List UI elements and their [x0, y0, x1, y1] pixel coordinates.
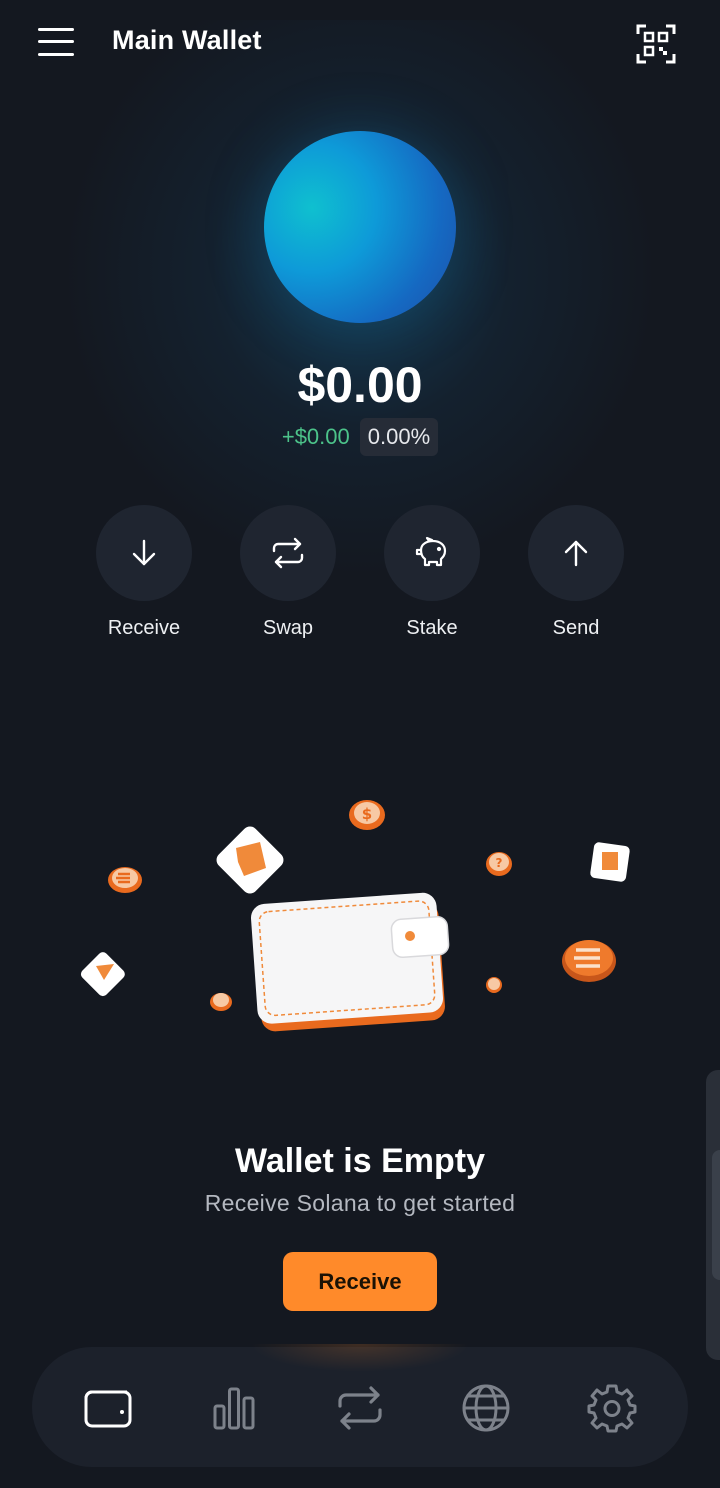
receive-action-circle[interactable] [96, 505, 192, 601]
nav-charts[interactable] [206, 1380, 262, 1436]
stake-action-circle[interactable] [384, 505, 480, 601]
receive-action-label: Receive [107, 617, 181, 639]
change-percent-badge: 0.00% [359, 418, 439, 456]
bottom-nav-glow [250, 1344, 470, 1372]
page-title: Main Wallet [112, 25, 262, 55]
nav-explore[interactable] [458, 1380, 514, 1436]
send-action-button[interactable]: Send [504, 505, 648, 640]
dollar-coin-icon: $ [349, 800, 385, 830]
empty-state-subtitle: Receive Solana to get started [204, 1190, 516, 1216]
swap-action-label: Swap [262, 617, 314, 639]
nav-settings[interactable] [584, 1380, 640, 1436]
send-action-circle[interactable] [528, 505, 624, 601]
top-bar: Main Wallet [0, 0, 720, 86]
small-coin-icon [210, 993, 232, 1011]
nft-card-icon [590, 842, 630, 882]
stake-action-button[interactable]: Stake [360, 505, 504, 640]
hamburger-menu-icon[interactable] [36, 24, 76, 60]
large-solana-coin-icon [562, 940, 616, 982]
svg-text:$: $ [362, 805, 372, 823]
empty-wallet-illustration: $ ? [80, 800, 630, 1032]
stake-action-label: Stake [406, 617, 458, 639]
side-panel-handle-grip[interactable] [712, 1150, 720, 1280]
nft-tile-icon [216, 826, 284, 894]
swap-action-circle[interactable] [240, 505, 336, 601]
wallet-icon [84, 1390, 132, 1428]
send-action-label: Send [552, 617, 600, 639]
qr-scan-icon[interactable] [636, 24, 676, 64]
change-usd: +$0.00 [281, 424, 350, 449]
receive-cta-button[interactable]: Receive [283, 1252, 437, 1311]
play-tile-icon [80, 952, 125, 997]
total-balance: $0.00 [297, 357, 423, 413]
piggy-bank-icon [415, 536, 447, 567]
receive-action-button[interactable]: Receive [72, 505, 216, 640]
arrow-up-icon [564, 540, 588, 567]
bar-chart-icon [213, 1387, 255, 1430]
arrow-down-icon [132, 539, 156, 566]
nav-swap[interactable] [332, 1380, 388, 1436]
nav-wallet[interactable] [80, 1380, 136, 1436]
globe-icon [462, 1384, 510, 1432]
swap-arrows-icon [272, 537, 304, 569]
empty-state-title: Wallet is Empty [234, 1142, 486, 1180]
swap-action-button[interactable]: Swap [216, 505, 360, 640]
tiny-coin-icon [486, 977, 502, 993]
swap-arrows-icon [338, 1386, 382, 1430]
svg-text:?: ? [496, 856, 503, 870]
quick-actions: Receive Swap Stake Send [72, 505, 648, 655]
wallet-illustration [250, 892, 450, 1032]
wallet-avatar[interactable] [264, 131, 456, 323]
balance-change: +$0.00 0.00% [0, 418, 720, 456]
gear-icon [587, 1384, 637, 1433]
question-coin-icon: ? [486, 852, 512, 876]
solana-coin-icon [108, 867, 142, 893]
